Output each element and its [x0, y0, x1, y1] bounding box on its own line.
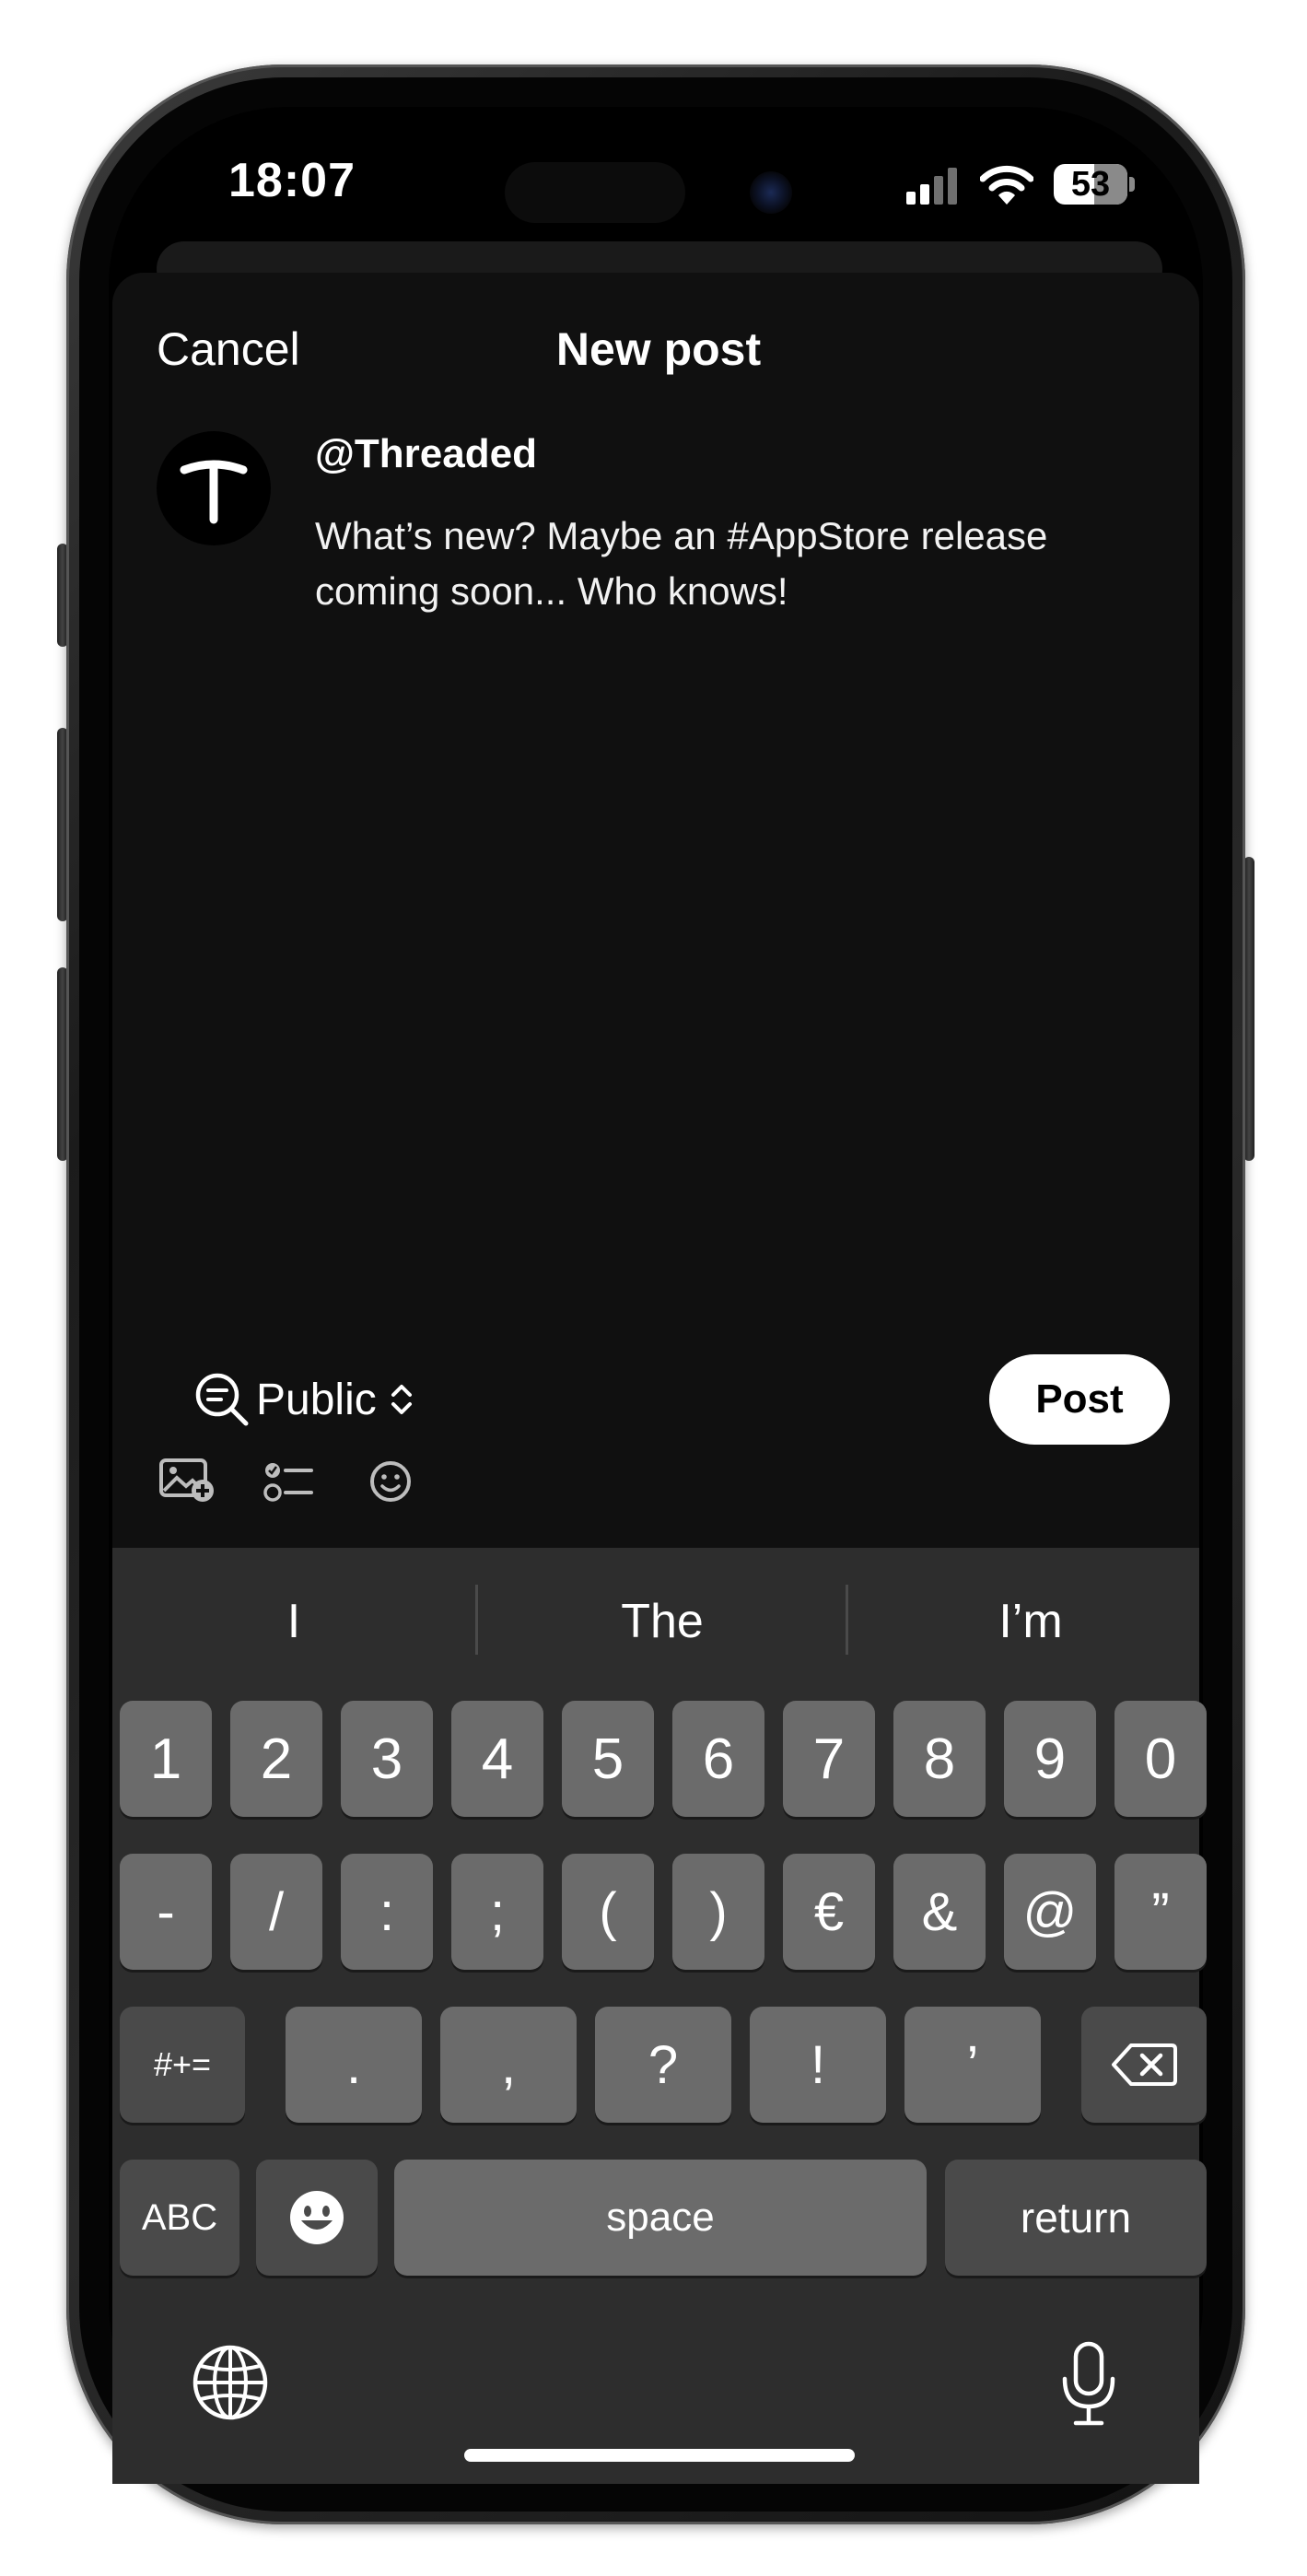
post-text-input[interactable]: What’s new? Maybe an #AppStore release c…	[315, 509, 1126, 619]
suggestion-divider	[475, 1585, 478, 1655]
emoji-keyboard-icon	[290, 2191, 344, 2244]
key[interactable]: &	[893, 1854, 986, 1970]
key[interactable]: €	[783, 1854, 875, 1970]
key[interactable]: 5	[562, 1701, 654, 1817]
key[interactable]: :	[341, 1854, 433, 1970]
key[interactable]: ’	[904, 2007, 1041, 2123]
key[interactable]: @	[1004, 1854, 1096, 1970]
delete-backspace-icon	[1112, 2043, 1177, 2086]
cancel-button[interactable]: Cancel	[157, 322, 300, 376]
key[interactable]: /	[230, 1854, 322, 1970]
key[interactable]: 6	[672, 1701, 764, 1817]
key[interactable]: ?	[595, 2007, 731, 2123]
checklist-icon[interactable]	[263, 1459, 315, 1504]
key[interactable]: 0	[1114, 1701, 1207, 1817]
key[interactable]: (	[562, 1854, 654, 1970]
key[interactable]: .	[286, 2007, 422, 2123]
battery-icon: 53	[1054, 164, 1127, 205]
audience-search-icon	[195, 1373, 249, 1426]
key[interactable]: ”	[1114, 1854, 1207, 1970]
key[interactable]: 3	[341, 1701, 433, 1817]
key[interactable]: 4	[451, 1701, 543, 1817]
add-photo-icon[interactable]	[158, 1458, 216, 1504]
key[interactable]: ,	[440, 2007, 577, 2123]
battery-level: 53	[1070, 165, 1111, 204]
battery-cap	[1129, 177, 1135, 192]
emoji-key[interactable]	[256, 2160, 378, 2276]
suggestion-item[interactable]: I	[112, 1594, 475, 1649]
key[interactable]: 1	[120, 1701, 212, 1817]
key[interactable]: )	[672, 1854, 764, 1970]
suggestion-item[interactable]: I’m	[849, 1594, 1212, 1649]
suggestion-item[interactable]: The	[479, 1594, 846, 1649]
more-symbols-key[interactable]: #+=	[120, 2007, 245, 2123]
visibility-label: Public	[256, 1375, 377, 1424]
delete-key[interactable]	[1081, 2007, 1207, 2123]
return-key[interactable]: return	[945, 2160, 1207, 2276]
dynamic-island	[505, 162, 685, 223]
microphone-icon[interactable]	[1059, 2340, 1118, 2429]
post-button[interactable]: Post	[989, 1354, 1170, 1445]
cellular-signal-icon	[906, 168, 957, 205]
chevron-up-down-icon	[391, 1385, 412, 1414]
key[interactable]: 7	[783, 1701, 875, 1817]
threaded-logo-icon	[180, 460, 248, 524]
key[interactable]: ;	[451, 1854, 543, 1970]
globe-icon[interactable]	[192, 2344, 269, 2421]
space-key[interactable]: space	[394, 2160, 927, 2276]
home-indicator[interactable]	[464, 2449, 855, 2462]
emoji-icon[interactable]	[368, 1459, 413, 1504]
page-title: New post	[555, 323, 762, 375]
visibility-selector[interactable]: Public	[193, 1367, 417, 1432]
suggestion-divider	[846, 1585, 848, 1655]
key[interactable]: !	[750, 2007, 886, 2123]
key[interactable]: -	[120, 1854, 212, 1970]
key[interactable]: 9	[1004, 1701, 1096, 1817]
wifi-icon	[980, 165, 1033, 205]
status-time: 18:07	[228, 154, 356, 207]
avatar	[157, 431, 271, 545]
front-camera	[750, 171, 792, 214]
key[interactable]: 8	[893, 1701, 986, 1817]
username: @Threaded	[315, 431, 537, 476]
abc-key[interactable]: ABC	[120, 2160, 239, 2276]
key[interactable]: 2	[230, 1701, 322, 1817]
